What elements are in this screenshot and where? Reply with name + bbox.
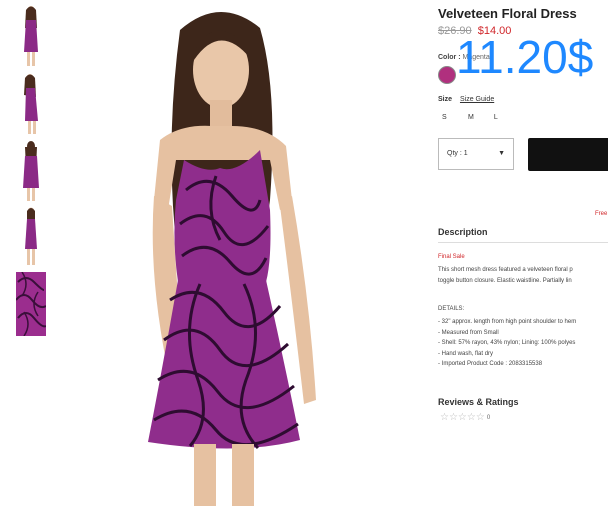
size-option-m[interactable]: M <box>468 114 492 121</box>
thumbnail-image <box>16 272 46 336</box>
review-count: 0 <box>486 415 491 421</box>
details-item: - Shell: 57% rayon, 43% nylon; Lining: 1… <box>438 340 576 346</box>
thumbnail-front[interactable] <box>16 4 46 68</box>
size-options: S M L <box>442 114 518 121</box>
size-guide-link[interactable]: Size Guide <box>460 96 494 103</box>
add-to-bag-button[interactable] <box>528 138 608 171</box>
description-text: This short mesh dress featured a velvete… <box>438 265 573 287</box>
color-swatch-magenta[interactable] <box>438 66 456 84</box>
details-item: - Hand wash, flat dry <box>438 350 494 357</box>
size-option-l[interactable]: L <box>494 114 518 121</box>
thumbnail-list <box>12 4 52 339</box>
size-selector-label: Size Size Guide <box>438 96 494 103</box>
quantity-value: Qty : 1 <box>447 150 468 157</box>
details-list: - 32" approx. length from high point sho… <box>438 317 576 370</box>
divider <box>438 242 608 243</box>
details-item: - Measured from Small <box>438 329 499 336</box>
thumbnail-fabric-detail[interactable] <box>16 272 46 336</box>
thumbnail-image <box>24 74 38 134</box>
thumbnail-image <box>24 6 38 66</box>
thumbnail-side[interactable] <box>16 71 46 135</box>
thumbnail-walking[interactable] <box>16 205 46 269</box>
details-item: - Imported Product Code : 2083315538 <box>438 361 543 367</box>
free-shipping-note[interactable]: Free <box>595 211 607 217</box>
overlay-price-annotation: 11.20$ <box>456 31 594 83</box>
thumbnail-back[interactable] <box>16 138 46 202</box>
model-illustration <box>148 11 316 506</box>
product-title: Velveteen Floral Dress <box>438 6 577 21</box>
final-sale-label: Final Sale <box>438 254 465 260</box>
size-option-s[interactable]: S <box>442 114 466 121</box>
chevron-down-icon: ▼ <box>498 150 505 157</box>
star-rating[interactable]: ☆☆☆☆☆ 0 <box>440 412 490 423</box>
size-label: Size <box>438 96 453 103</box>
reviews-heading: Reviews & Ratings <box>438 397 519 407</box>
description-heading: Description <box>438 227 488 237</box>
description-line: toggle button closure. Elastic waistline… <box>438 278 572 284</box>
description-line: This short mesh dress featured a velvete… <box>438 267 573 273</box>
product-main-image <box>120 0 370 506</box>
thumbnail-image <box>23 141 39 201</box>
thumbnail-image <box>25 207 37 265</box>
star-icon: ☆☆☆☆☆ <box>440 412 485 423</box>
details-item: - 32" approx. length from high point sho… <box>438 319 577 325</box>
quantity-select[interactable]: Qty : 1 ▼ <box>438 138 514 170</box>
details-heading: DETAILS: <box>438 306 465 312</box>
